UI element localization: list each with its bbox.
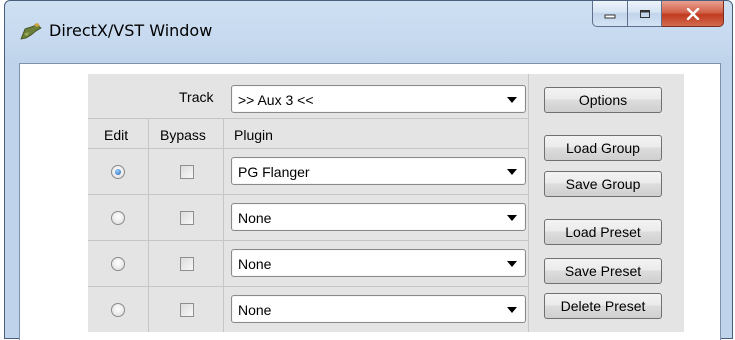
load-preset-button[interactable]: Load Preset [544, 219, 662, 245]
edit-radio-slot-1[interactable] [111, 165, 125, 179]
plugin-select-value: None [238, 256, 272, 272]
maximize-button[interactable] [628, 1, 662, 27]
bypass-checkbox-slot-2[interactable] [180, 211, 194, 225]
options-button[interactable]: Options [544, 87, 662, 113]
app-icon [20, 23, 42, 40]
edit-radio-slot-4[interactable] [111, 303, 125, 317]
track-select[interactable]: >> Aux 3 << [231, 85, 526, 113]
window-title: DirectX/VST Window [49, 21, 213, 40]
column-divider [528, 74, 529, 332]
row-divider [88, 194, 528, 195]
plugin-select-slot-4[interactable]: None [231, 295, 526, 323]
plugin-select-slot-1[interactable]: PG Flanger [231, 157, 526, 185]
close-button[interactable] [662, 1, 724, 27]
dropdown-arrow-icon [507, 97, 517, 103]
plugin-select-value: None [238, 302, 272, 318]
row-divider [88, 286, 528, 287]
column-divider [223, 118, 224, 332]
maximize-icon [639, 9, 650, 18]
row-divider [88, 240, 528, 241]
title-bar[interactable]: DirectX/VST Window [5, 1, 732, 61]
dropdown-arrow-icon [507, 261, 517, 267]
track-label: Track [179, 89, 214, 105]
plugin-select-value: PG Flanger [238, 164, 310, 180]
bypass-checkbox-slot-3[interactable] [180, 257, 194, 271]
bypass-checkbox-slot-4[interactable] [180, 303, 194, 317]
row-divider [88, 148, 528, 149]
track-select-value: >> Aux 3 << [238, 92, 314, 108]
edit-radio-slot-3[interactable] [111, 257, 125, 271]
delete-preset-button[interactable]: Delete Preset [544, 293, 662, 319]
window-controls [592, 1, 724, 27]
close-icon [686, 7, 699, 20]
edit-radio-slot-2[interactable] [111, 211, 125, 225]
directx-vst-window: DirectX/VST Window Track >> Aux 3 << Edi… [4, 0, 733, 340]
dropdown-arrow-icon [507, 215, 517, 221]
load-group-button[interactable]: Load Group [544, 135, 662, 161]
plugin-panel: Track >> Aux 3 << Edit Bypass Plugin PG … [88, 74, 684, 332]
column-divider [148, 118, 149, 332]
bypass-checkbox-slot-1[interactable] [180, 165, 194, 179]
save-preset-button[interactable]: Save Preset [544, 258, 662, 284]
plugin-select-slot-3[interactable]: None [231, 249, 526, 277]
edit-column-header: Edit [104, 127, 129, 143]
plugin-select-value: None [238, 210, 272, 226]
save-group-button[interactable]: Save Group [544, 171, 662, 197]
plugin-select-slot-2[interactable]: None [231, 203, 526, 231]
dropdown-arrow-icon [507, 169, 517, 175]
header-divider [88, 118, 528, 119]
plugin-column-header: Plugin [234, 127, 273, 143]
dropdown-arrow-icon [507, 307, 517, 313]
minimize-button[interactable] [592, 1, 628, 27]
client-area: Track >> Aux 3 << Edit Bypass Plugin PG … [19, 63, 721, 340]
minimize-icon [604, 14, 616, 18]
bypass-column-header: Bypass [160, 127, 206, 143]
